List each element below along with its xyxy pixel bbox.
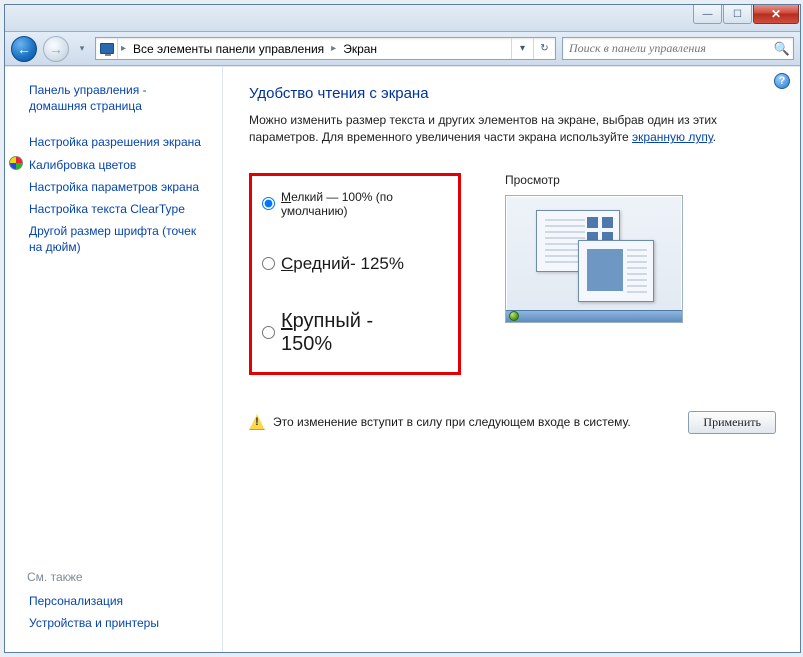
sidebar-home-link[interactable]: Панель управления - домашняя страница <box>27 79 206 117</box>
search-icon[interactable]: 🔍 <box>771 41 793 57</box>
radio-small-label: Мелкий — 100% (по умолчанию) <box>281 190 428 218</box>
sidebar-item-label: Калибровка цветов <box>29 158 136 172</box>
magnifier-link[interactable]: экранную лупу <box>632 130 713 144</box>
shield-icon <box>9 156 23 170</box>
page-description: Можно изменить размер текста и других эл… <box>249 112 769 147</box>
sidebar: Панель управления - домашняя страница На… <box>5 67 223 652</box>
notice-row: Это изменение вступит в силу при следующ… <box>249 411 776 434</box>
sidebar-link-display-settings[interactable]: Настройка параметров экрана <box>27 176 206 198</box>
history-dropdown[interactable]: ▾ <box>75 39 89 59</box>
breadcrumb-sep-icon: ▸ <box>118 43 129 54</box>
back-button[interactable]: ← <box>11 36 37 62</box>
scale-options-highlight: Мелкий — 100% (по умолчанию) Средний- 12… <box>249 173 461 375</box>
forward-button[interactable]: → <box>43 36 69 62</box>
titlebar: — ☐ ✕ <box>5 5 800 32</box>
maximize-button[interactable]: ☐ <box>723 5 752 24</box>
address-bar[interactable]: ▸ Все элементы панели управления ▸ Экран… <box>95 37 556 60</box>
main-content: Удобство чтения с экрана Можно изменить … <box>223 67 800 652</box>
breadcrumb-level1[interactable]: Все элементы панели управления <box>129 42 328 56</box>
refresh-button[interactable]: ↻ <box>533 38 555 59</box>
radio-medium-label: Средний- 125% <box>281 254 404 274</box>
breadcrumb-level2[interactable]: Экран <box>339 42 381 56</box>
sidebar-footer-personalization[interactable]: Персонализация <box>27 590 206 612</box>
notice-text: Это изменение вступит в силу при следующ… <box>273 415 631 429</box>
radio-medium-input[interactable] <box>262 257 275 270</box>
display-icon <box>96 38 118 59</box>
body: ? Панель управления - домашняя страница … <box>5 66 800 652</box>
apply-button[interactable]: Применить <box>688 411 776 434</box>
radio-medium[interactable]: Средний- 125% <box>262 250 428 278</box>
sidebar-link-dpi[interactable]: Другой размер шрифта (точек на дюйм) <box>27 220 206 258</box>
preview-window-icon <box>578 240 654 302</box>
search-box[interactable]: 🔍 <box>562 37 794 60</box>
preview-start-icon <box>509 311 519 321</box>
address-dropdown[interactable]: ▾ <box>511 38 533 59</box>
nav-bar: ← → ▾ ▸ Все элементы панели управления ▸… <box>5 32 800 66</box>
sidebar-link-resolution[interactable]: Настройка разрешения экрана <box>27 131 206 153</box>
radio-small-input[interactable] <box>262 197 275 210</box>
page-title: Удобство чтения с экрана <box>249 85 776 102</box>
close-button[interactable]: ✕ <box>753 5 799 24</box>
sidebar-footer-header: См. также <box>27 570 206 590</box>
preview-taskbar-icon <box>506 310 682 322</box>
sidebar-link-cleartype[interactable]: Настройка текста ClearType <box>27 198 206 220</box>
radio-large-label: Крупный - 150% <box>281 310 428 356</box>
notice-left: Это изменение вступит в силу при следующ… <box>249 414 631 430</box>
control-panel-window: — ☐ ✕ ← → ▾ ▸ Все элементы панели управл… <box>4 4 801 653</box>
radio-large[interactable]: Крупный - 150% <box>262 306 428 360</box>
sidebar-link-calibration[interactable]: Калибровка цветов <box>27 154 206 176</box>
preview-label: Просмотр <box>505 173 683 187</box>
preview-column: Просмотр <box>505 173 683 323</box>
breadcrumb-sep-icon: ▸ <box>328 43 339 54</box>
warning-icon <box>249 414 265 430</box>
search-input[interactable] <box>563 41 771 56</box>
desc-text-post: . <box>713 130 716 144</box>
scale-row: Мелкий — 100% (по умолчанию) Средний- 12… <box>249 173 776 375</box>
radio-small[interactable]: Мелкий — 100% (по умолчанию) <box>262 186 428 222</box>
sidebar-footer-devices[interactable]: Устройства и принтеры <box>27 612 206 634</box>
window-buttons: — ☐ ✕ <box>692 5 799 24</box>
radio-large-input[interactable] <box>262 326 275 339</box>
preview-image <box>505 195 683 323</box>
minimize-button[interactable]: — <box>693 5 722 24</box>
